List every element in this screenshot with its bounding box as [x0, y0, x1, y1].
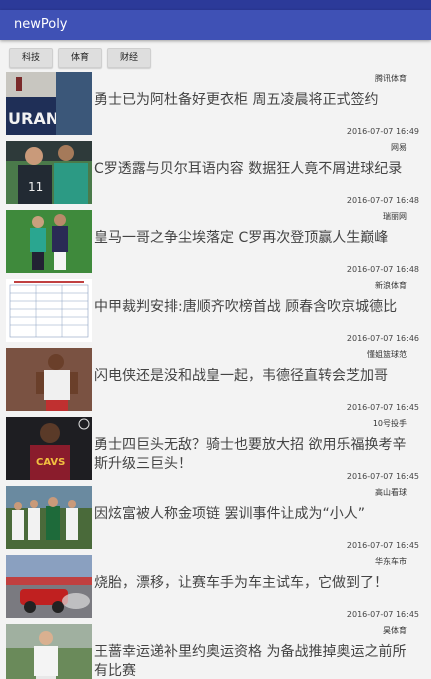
tab-tech[interactable]: 科技: [9, 48, 53, 68]
news-time: 2016-07-07 16:45: [346, 610, 419, 619]
category-tabs: 科技 体育 财经: [0, 48, 431, 68]
app-title: newPoly: [14, 17, 68, 32]
news-title[interactable]: 勇士四巨头无敌？骑士也要放大招 欲用乐福换考辛斯升级三巨头！: [94, 436, 420, 474]
news-title[interactable]: 皇马一哥之争尘埃落定 C罗再次登顶赢人生巅峰: [94, 229, 420, 248]
news-time: 2016-07-07 16:45: [346, 541, 419, 550]
news-time: 2016-07-07 16:48: [346, 196, 419, 205]
status-bar: [0, 0, 431, 10]
news-thumbnail: URANT: [6, 72, 92, 135]
news-thumbnail: 11: [6, 141, 92, 204]
app-bar: newPoly: [0, 10, 431, 40]
news-source: 腾讯体育: [375, 74, 407, 83]
news-item[interactable]: 新浪体育 中甲裁判安排:唐顺齐吹榜首战 顾春含吹京城德比 2016-07-07 …: [0, 278, 431, 346]
news-title[interactable]: 勇士已为阿杜备好更衣柜 周五凌晨将正式签约: [94, 91, 420, 110]
svg-text:CAVS: CAVS: [36, 457, 65, 468]
news-time: 2016-07-07 16:45: [346, 403, 419, 412]
svg-text:11: 11: [28, 180, 43, 194]
news-source: 华东车市: [375, 557, 407, 566]
news-item[interactable]: 11 网易 C罗透露与贝尔耳语内容 数据狂人竟不屑进球纪录 2016-07-07…: [0, 140, 431, 208]
news-item[interactable]: 华东车市 烧胎，漂移，让赛车手为车主试车，它做到了！ 2016-07-07 16…: [0, 554, 431, 622]
news-time: 2016-07-07 16:46: [346, 334, 419, 343]
news-title[interactable]: 因炫富被人称金项链 罢训事件让成为“小人”: [94, 505, 420, 524]
news-item[interactable]: URANT 腾讯体育 勇士已为阿杜备好更衣柜 周五凌晨将正式签约 2016-07…: [0, 71, 431, 139]
news-source: 昊体育: [383, 626, 407, 635]
news-thumbnail: CAVS: [6, 417, 92, 480]
news-item[interactable]: CAVS 10号投手 勇士四巨头无敌？骑士也要放大招 欲用乐福换考辛斯升级三巨头…: [0, 416, 431, 484]
news-time: 2016-07-07 16:45: [346, 472, 419, 481]
news-title[interactable]: 中甲裁判安排:唐顺齐吹榜首战 顾春含吹京城德比: [94, 298, 420, 317]
news-title[interactable]: 闪电侠还是没和战皇一起，韦德径直转会芝加哥: [94, 367, 420, 386]
news-title[interactable]: C罗透露与贝尔耳语内容 数据狂人竟不屑进球纪录: [94, 160, 420, 179]
news-source: 网易: [391, 143, 407, 152]
news-source: 10号投手: [372, 419, 407, 428]
news-item[interactable]: 瑞丽网 皇马一哥之争尘埃落定 C罗再次登顶赢人生巅峰 2016-07-07 16…: [0, 209, 431, 277]
news-source: 高山看球: [375, 488, 407, 497]
news-time: 2016-07-07 16:49: [346, 127, 419, 136]
news-thumbnail: [6, 555, 92, 618]
news-item[interactable]: 高山看球 因炫富被人称金项链 罢训事件让成为“小人” 2016-07-07 16…: [0, 485, 431, 553]
news-time: 2016-07-07 16:48: [346, 265, 419, 274]
news-item[interactable]: 懂姐篮球范 闪电侠还是没和战皇一起，韦德径直转会芝加哥 2016-07-07 1…: [0, 347, 431, 415]
news-thumbnail: [6, 279, 92, 342]
news-source: 瑞丽网: [383, 212, 407, 221]
news-title[interactable]: 王蔷幸运递补里约奥运资格 为备战推掉奥运之前所有比赛: [94, 643, 420, 679]
news-source: 新浪体育: [375, 281, 407, 290]
news-title[interactable]: 烧胎，漂移，让赛车手为车主试车，它做到了！: [94, 574, 420, 593]
news-list: URANT 腾讯体育 勇士已为阿杜备好更衣柜 周五凌晨将正式签约 2016-07…: [0, 71, 431, 679]
news-source: 懂姐篮球范: [367, 350, 407, 359]
news-item[interactable]: 昊体育 王蔷幸运递补里约奥运资格 为备战推掉奥运之前所有比赛: [0, 623, 431, 679]
news-thumbnail: [6, 348, 92, 411]
news-thumbnail: [6, 624, 92, 679]
news-thumbnail: [6, 486, 92, 549]
tab-finance[interactable]: 财经: [107, 48, 151, 68]
tab-sports[interactable]: 体育: [58, 48, 102, 68]
news-thumbnail: [6, 210, 92, 273]
